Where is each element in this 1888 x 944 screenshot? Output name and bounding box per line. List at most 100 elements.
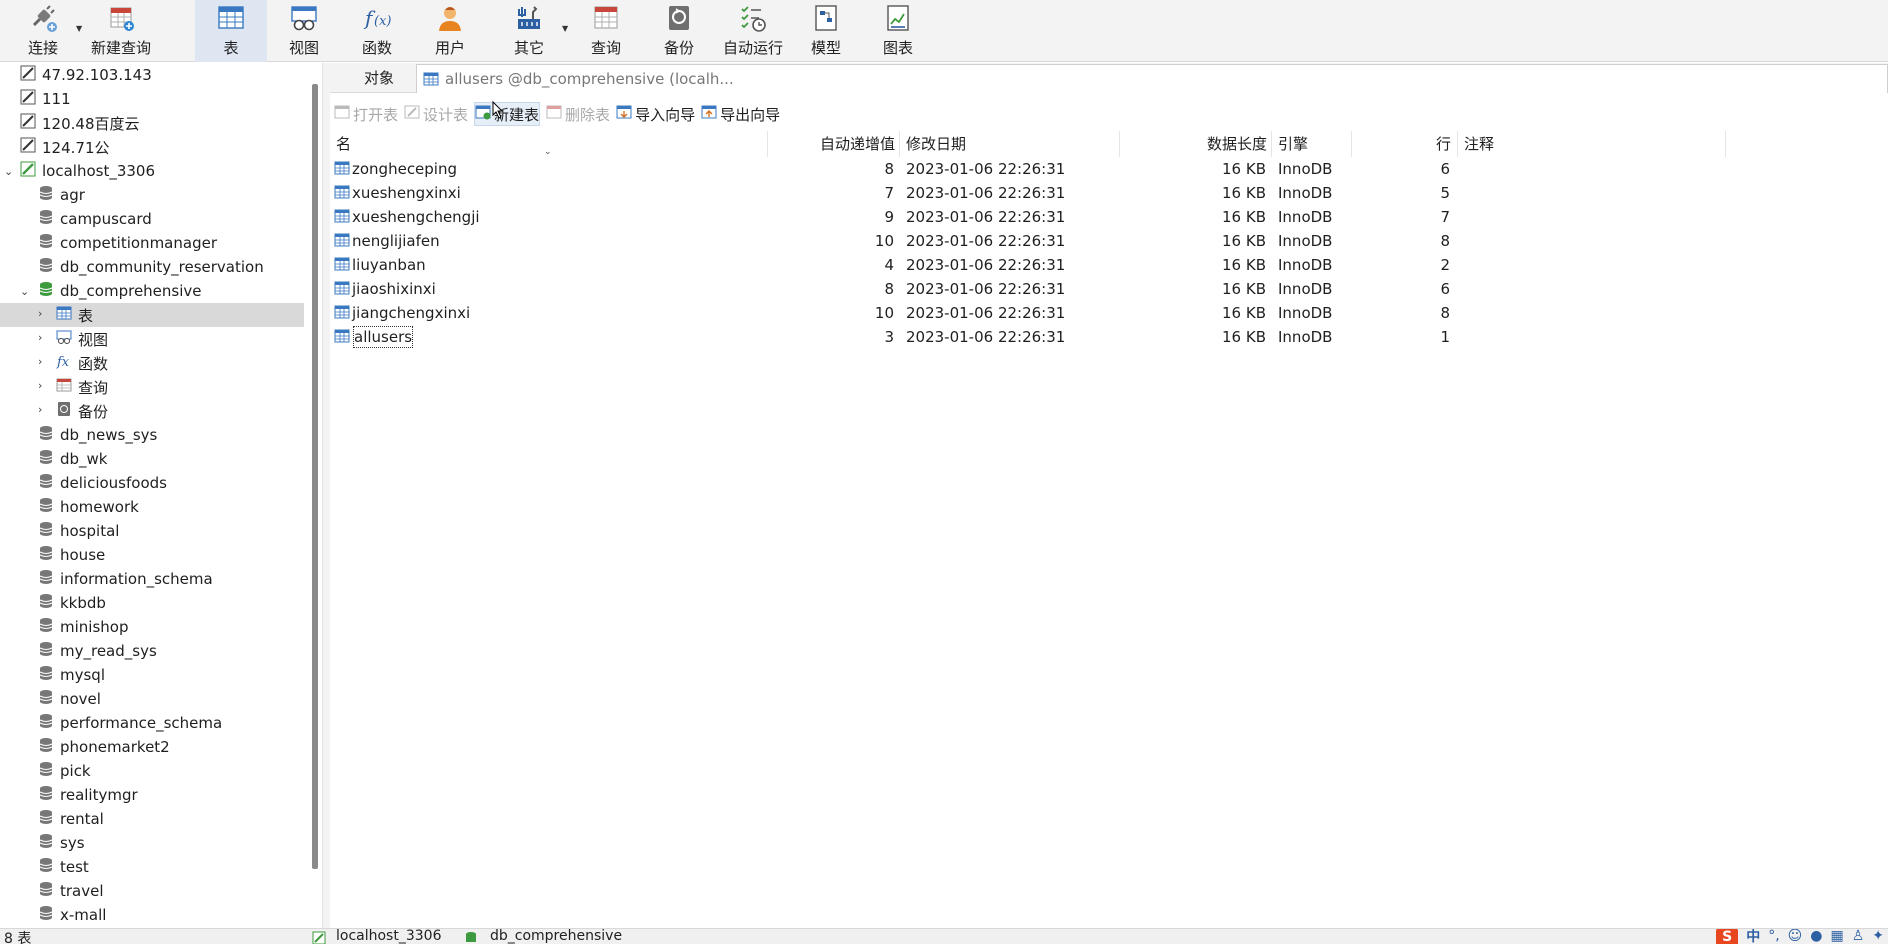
tree-database[interactable]: house — [0, 543, 304, 567]
export-wizard-button[interactable]: 导出向导 — [701, 102, 780, 126]
tab-objects[interactable]: 对象 — [344, 63, 414, 93]
open-table-button[interactable]: 打开表 — [334, 102, 398, 126]
tree-database[interactable]: agr — [0, 183, 304, 207]
ime-punctuation-icon[interactable]: °, — [1768, 929, 1779, 944]
tree-object-backups[interactable]: › 备份 — [0, 399, 304, 423]
table-row[interactable]: allusers 3 2023-01-06 22:26:31 16 KB InnoDB 1 — [330, 325, 1730, 349]
table-row[interactable]: xueshengchengji 9 2023-01-06 22:26:31 16 KB… — [330, 205, 1730, 229]
tree-object-views[interactable]: › 视图 — [0, 327, 304, 351]
connect-button[interactable]: 连接 — [20, 0, 66, 62]
chevron-right-icon[interactable]: › — [38, 403, 42, 416]
ime-skin-icon[interactable]: ✦ — [1872, 929, 1884, 944]
database-icon — [38, 833, 54, 853]
tree-database[interactable]: performance_schema — [0, 711, 304, 735]
table-row[interactable]: jiangchengxinxi 10 2023-01-06 22:26:31 16 K… — [330, 301, 1730, 325]
view-button[interactable]: 视图 — [268, 0, 340, 62]
tree-database[interactable]: rental — [0, 807, 304, 831]
import-icon — [616, 104, 632, 124]
tree-database[interactable]: db_community_reservation — [0, 255, 304, 279]
chevron-right-icon[interactable]: › — [38, 355, 42, 368]
table-row[interactable]: xueshengxinxi 7 2023-01-06 22:26:31 16 KB In… — [330, 181, 1730, 205]
tree-database[interactable]: phonemarket2 — [0, 735, 304, 759]
other-button[interactable]: 其它 — [493, 0, 565, 62]
ime-user-icon[interactable]: ♙ — [1852, 929, 1865, 944]
table-row[interactable]: liuyanban 4 2023-01-06 22:26:31 16 KB InnoDB… — [330, 253, 1730, 277]
cell-name: jiangchengxinxi — [352, 304, 471, 322]
tree-database-open[interactable]: db_comprehensive — [0, 279, 304, 303]
new-table-button[interactable]: 新建表 — [474, 102, 541, 126]
tree-database[interactable]: travel — [0, 879, 304, 903]
tree-database[interactable]: novel — [0, 687, 304, 711]
tree-database[interactable]: mysql — [0, 663, 304, 687]
table-row[interactable]: nenglijiafen 10 2023-01-06 22:26:31 16 KB In… — [330, 229, 1730, 253]
tree-connection-active[interactable]: localhost_3306 — [0, 159, 304, 183]
tree-database[interactable]: realitymgr — [0, 783, 304, 807]
tree-object-tables[interactable]: › 表 — [0, 303, 304, 327]
sidebar-scrollbar[interactable] — [312, 84, 318, 869]
tree-database[interactable]: test — [0, 855, 304, 879]
tree-database[interactable]: db_wk — [0, 447, 304, 471]
table-button[interactable]: 表 — [195, 0, 267, 62]
chevron-down-icon[interactable]: ▼ — [76, 24, 82, 33]
column-header-data-length[interactable]: 数据长度 — [1120, 131, 1272, 157]
ime-emoji-icon[interactable]: ☺ — [1788, 929, 1803, 944]
column-header-auto-increment[interactable]: 自动递增值 — [768, 131, 900, 157]
main-ribbon: 连接 ▼ 新建查询 表 视图 f (x) 函数 用户 其它 ▼ 查询 备份 自动… — [0, 0, 1888, 62]
pane-splitter[interactable] — [322, 63, 330, 928]
column-header-rows[interactable]: 行 — [1352, 131, 1458, 157]
cell-rows: 1 — [1440, 328, 1450, 346]
chevron-down-icon[interactable]: ▼ — [562, 24, 568, 33]
chevron-right-icon[interactable]: › — [38, 331, 42, 344]
backup-button[interactable]: 备份 — [643, 0, 715, 62]
table-row[interactable]: zongheceping 8 2023-01-06 22:26:31 16 KB Inn… — [330, 157, 1730, 181]
ime-voice-icon[interactable]: ● — [1810, 929, 1822, 944]
tree-database[interactable]: hospital — [0, 519, 304, 543]
tree-database[interactable]: information_schema — [0, 567, 304, 591]
tree-database[interactable]: competitionmanager — [0, 231, 304, 255]
tree-database[interactable]: deliciousfoods — [0, 471, 304, 495]
delete-table-button[interactable]: 删除表 — [546, 102, 610, 126]
new-query-button[interactable]: 新建查询 — [88, 0, 154, 62]
backup-label: 备份 — [663, 39, 694, 57]
chevron-right-icon[interactable]: › — [38, 379, 42, 392]
column-header-comment[interactable]: 注释 — [1458, 131, 1726, 157]
tree-database[interactable]: my_read_sys — [0, 639, 304, 663]
tree-connection[interactable]: 47.92.103.143 — [0, 63, 304, 87]
export-icon — [701, 104, 717, 124]
connection-label: localhost_3306 — [42, 162, 156, 180]
database-icon — [38, 617, 54, 637]
database-label: novel — [60, 690, 101, 708]
tab-table-document[interactable]: allusers @db_comprehensive (localh... — [416, 64, 1888, 93]
tree-database[interactable]: sys — [0, 831, 304, 855]
tree-database[interactable]: pick — [0, 759, 304, 783]
design-table-button[interactable]: 设计表 — [404, 102, 468, 126]
ime-keyboard-icon[interactable]: ▦ — [1830, 929, 1843, 944]
database-label: performance_schema — [60, 714, 223, 732]
query-button[interactable]: 查询 — [570, 0, 642, 62]
ime-logo[interactable]: S — [1716, 929, 1739, 944]
tree-database[interactable]: db_news_sys — [0, 423, 304, 447]
auto-run-button[interactable]: 自动运行 — [716, 0, 790, 62]
ime-language-toggle[interactable]: 中 — [1746, 929, 1760, 944]
tree-database[interactable]: homework — [0, 495, 304, 519]
tree-database[interactable]: minishop — [0, 615, 304, 639]
model-button[interactable]: 模型 — [790, 0, 862, 62]
import-wizard-button[interactable]: 导入向导 — [616, 102, 695, 126]
table-row[interactable]: jiaoshixinxi 8 2023-01-06 22:26:31 16 KB Inn… — [330, 277, 1730, 301]
chevron-right-icon[interactable]: › — [38, 307, 42, 320]
tree-connection[interactable]: 124.71公 — [0, 135, 304, 159]
database-icon — [38, 185, 54, 205]
tree-database[interactable]: x-mall — [0, 903, 304, 927]
chart-button[interactable]: 图表 — [862, 0, 934, 62]
user-button[interactable]: 用户 — [414, 0, 486, 62]
tree-database[interactable]: campuscard — [0, 207, 304, 231]
user-label: 用户 — [434, 39, 465, 57]
tree-object-queries[interactable]: › 查询 — [0, 375, 304, 399]
column-header-modified-date[interactable]: 修改日期 — [900, 131, 1120, 157]
tree-connection[interactable]: 111 — [0, 87, 304, 111]
tree-connection[interactable]: 120.48百度云 — [0, 111, 304, 135]
tree-object-functions[interactable]: › fx 函数 — [0, 351, 304, 375]
tree-database[interactable]: kkbdb — [0, 591, 304, 615]
column-header-engine[interactable]: 引擎 — [1272, 131, 1352, 157]
function-button[interactable]: f (x) 函数 — [341, 0, 413, 62]
